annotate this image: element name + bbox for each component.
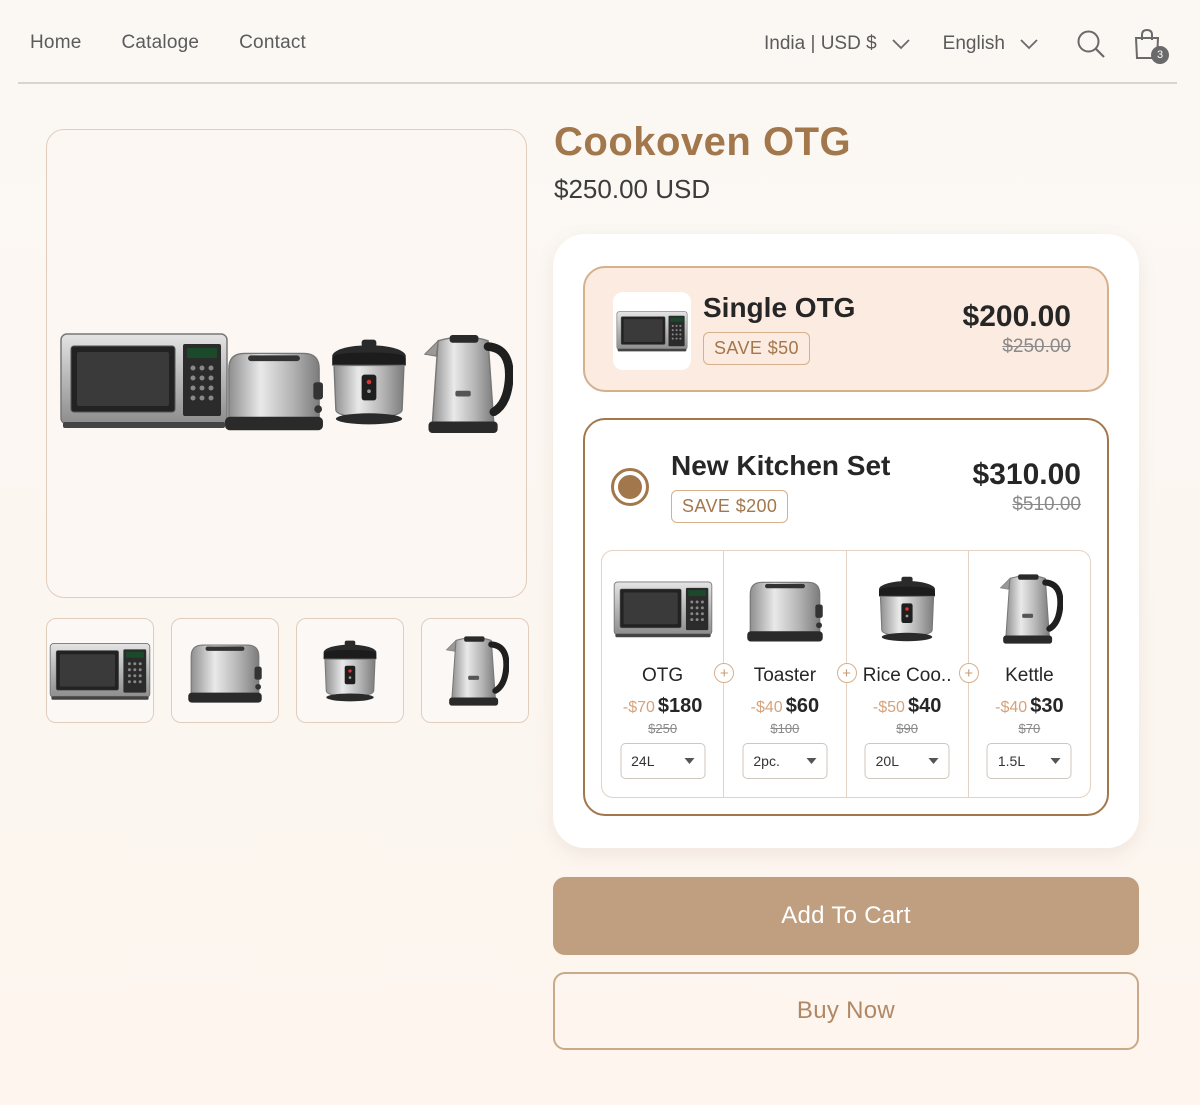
main-nav: Home Cataloge Contact xyxy=(30,32,306,54)
chevron-down-icon xyxy=(892,39,910,50)
option-bundle-name: New Kitchen Set xyxy=(671,450,891,481)
plus-icon: + xyxy=(958,663,979,683)
thumbnail-rice-cooker[interactable] xyxy=(296,618,404,723)
option-bundle-price: $310.00 xyxy=(972,458,1081,491)
search-icon xyxy=(1077,30,1105,58)
language-selector[interactable]: English xyxy=(943,33,1039,55)
bundle-item-image xyxy=(602,569,723,649)
bundle-item-price: $180 xyxy=(657,695,703,717)
bundle-item-variant-select[interactable]: 20L xyxy=(864,743,950,779)
option-single-price: $200.00 xyxy=(962,300,1071,333)
bundle-item-kettle: Kettle -$40 $30 $70 1.5L xyxy=(969,551,1090,797)
option-radio-selected[interactable] xyxy=(611,468,649,506)
plus-icon: + xyxy=(836,663,857,683)
toaster-image xyxy=(746,581,824,643)
bundle-item-discount: -$70 xyxy=(622,699,655,716)
bundle-item-discount: -$50 xyxy=(872,699,905,716)
option-single-name: Single OTG xyxy=(703,292,856,323)
bundle-item-variant-select[interactable]: 1.5L xyxy=(986,743,1072,779)
bundle-item-prices: -$40 $60 xyxy=(724,695,845,718)
bundle-item-price: $60 xyxy=(785,695,820,717)
caret-down-icon xyxy=(684,758,695,764)
option-single-save-badge: SAVE $50 xyxy=(703,332,810,365)
oven-image xyxy=(616,311,688,352)
toaster-image xyxy=(187,644,263,703)
bundle-item-old-price: $250 xyxy=(648,721,678,736)
bundle-item-old-price: $70 xyxy=(1018,721,1041,736)
rice-cooker-image xyxy=(323,639,377,702)
bundle-item-variant-select[interactable]: 2pc. xyxy=(742,743,828,779)
currency-label: India | USD $ xyxy=(764,33,877,54)
product-main-image[interactable] xyxy=(46,129,527,598)
thumbnail-strip xyxy=(46,618,529,723)
bundle-item-rice-cooker: Rice Coo.. -$50 $40 $90 20L + xyxy=(847,551,979,797)
variant-value: 1.5L xyxy=(997,753,1026,769)
oven-image xyxy=(49,642,151,700)
cart-count-badge: 3 xyxy=(1151,46,1169,64)
cart-button[interactable]: 3 xyxy=(1131,28,1169,64)
header-actions: India | USD $ English 3 xyxy=(764,24,1177,64)
bundle-item-price: $30 xyxy=(1030,695,1064,717)
product-price: $250.00 USD xyxy=(554,174,711,204)
bundle-options-card: Single OTG SAVE $50 $200.00 $250.00 New … xyxy=(553,234,1139,848)
bundle-item-price: $40 xyxy=(907,695,942,717)
language-label: English xyxy=(942,33,1005,54)
bundle-items-grid: OTG -$70 $180 $250 24L + Toaster -$40 $60 xyxy=(601,550,1091,798)
bundle-item-name: Rice Coo.. xyxy=(862,665,952,686)
option-single-otg[interactable]: Single OTG SAVE $50 $200.00 $250.00 xyxy=(583,266,1109,392)
nav-cataloge[interactable]: Cataloge xyxy=(121,32,199,54)
bundle-item-otg: OTG -$70 $180 $250 24L + xyxy=(602,551,735,797)
variant-value: 24L xyxy=(631,753,655,769)
option-new-kitchen-set[interactable]: New Kitchen Set SAVE $200 $310.00 $510.0… xyxy=(583,418,1109,816)
bundle-item-name: Toaster xyxy=(753,665,817,686)
bundle-item-image xyxy=(724,569,845,649)
bundle-item-discount: -$40 xyxy=(995,699,1028,716)
chevron-down-icon xyxy=(1020,39,1038,50)
thumbnail-otg[interactable] xyxy=(46,618,154,723)
option-single-image xyxy=(613,292,691,370)
currency-selector[interactable]: India | USD $ xyxy=(764,33,911,55)
bundle-item-old-price: $100 xyxy=(770,721,800,736)
variant-value: 2pc. xyxy=(753,753,780,769)
kettle-image xyxy=(441,633,509,709)
variant-value: 20L xyxy=(875,753,899,769)
product-title: Cookoven OTG xyxy=(554,120,852,164)
thumbnail-kettle[interactable] xyxy=(421,618,529,723)
add-to-cart-button[interactable]: Add To Cart xyxy=(553,877,1139,955)
oven-image xyxy=(613,581,712,638)
bundle-item-toaster: Toaster -$40 $60 $100 2pc. + xyxy=(724,551,857,797)
bundle-item-old-price: $90 xyxy=(896,721,918,736)
rice-cooker-image xyxy=(878,576,936,642)
radio-dot xyxy=(618,475,642,499)
bundle-item-prices: -$50 $40 xyxy=(847,695,968,718)
kettle-image xyxy=(995,571,1063,647)
bundle-item-image xyxy=(847,569,968,649)
search-button[interactable] xyxy=(1075,28,1107,60)
bundle-item-variant-select[interactable]: 24L xyxy=(620,743,706,779)
caret-down-icon xyxy=(1050,758,1061,764)
caret-down-icon xyxy=(806,758,817,764)
bundle-item-prices: -$40 $30 xyxy=(969,695,1090,718)
buy-now-button[interactable]: Buy Now xyxy=(553,972,1139,1050)
kitchen-set-image xyxy=(60,326,519,446)
bundle-item-name: Kettle xyxy=(1005,665,1054,686)
nav-home[interactable]: Home xyxy=(30,32,81,54)
option-bundle-save-badge: SAVE $200 xyxy=(671,490,789,523)
nav-contact[interactable]: Contact xyxy=(239,32,306,54)
bundle-item-discount: -$40 xyxy=(750,699,783,716)
bundle-item-name: OTG xyxy=(642,665,684,686)
bundle-item-image xyxy=(969,569,1090,649)
option-single-old-price: $250.00 xyxy=(1002,336,1071,357)
option-bundle-old-price: $510.00 xyxy=(1012,494,1081,515)
bundle-item-prices: -$70 $180 xyxy=(602,695,723,718)
site-header: Home Cataloge Contact India | USD $ Engl… xyxy=(18,0,1177,84)
thumbnail-toaster[interactable] xyxy=(171,618,279,723)
caret-down-icon xyxy=(928,758,939,764)
